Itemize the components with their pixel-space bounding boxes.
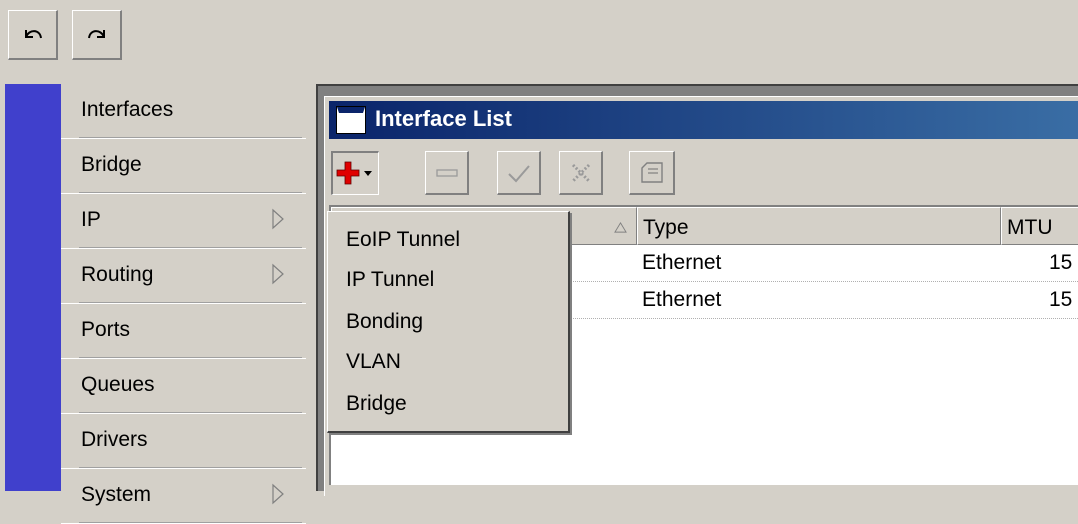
sidebar-item-drivers[interactable]: Drivers	[61, 414, 306, 469]
submenu-arrow-icon	[272, 483, 284, 505]
sidebar-item-label: Interfaces	[81, 98, 174, 121]
panel-splitter[interactable]	[306, 84, 316, 491]
sidebar-item-label: Ports	[81, 318, 131, 341]
redo-button[interactable]	[72, 10, 122, 60]
add-dropdown-menu: EoIP Tunnel IP Tunnel Bonding VLAN Bridg…	[327, 211, 570, 433]
sidebar-item-label: Bridge	[81, 153, 142, 176]
menu-item-bridge[interactable]: Bridge	[346, 392, 407, 416]
cell-type: Ethernet	[642, 251, 722, 274]
sidebar: Interfaces Bridge IP Routing Ports Queue…	[61, 84, 306, 524]
sidebar-item-queues[interactable]: Queues	[61, 359, 306, 414]
cell-mtu: 15	[1049, 251, 1073, 274]
menu-item-eoip-tunnel[interactable]: EoIP Tunnel	[346, 228, 460, 252]
nav-stripe	[5, 84, 61, 491]
sidebar-item-label: Routing	[81, 263, 154, 286]
remove-button[interactable]	[425, 151, 469, 195]
sidebar-item-interfaces[interactable]: Interfaces	[61, 84, 306, 139]
menu-item-bonding[interactable]: Bonding	[346, 310, 423, 334]
top-toolbar	[0, 0, 1078, 84]
column-header-mtu[interactable]: MTU	[1001, 207, 1078, 245]
comment-icon	[640, 161, 663, 183]
check-icon	[507, 164, 530, 182]
undo-icon	[24, 29, 42, 38]
undo-button[interactable]	[8, 10, 58, 60]
sidebar-item-system[interactable]: System	[61, 469, 306, 524]
window-icon	[336, 106, 366, 134]
cell-type: Ethernet	[642, 288, 722, 311]
minus-icon	[435, 168, 458, 177]
window-title: Interface List	[375, 106, 512, 131]
window-title-bar[interactable]: Interface List	[329, 101, 1078, 139]
sidebar-item-bridge[interactable]: Bridge	[61, 139, 306, 194]
sidebar-item-routing[interactable]: Routing	[61, 249, 306, 304]
add-button[interactable]	[331, 151, 379, 195]
menu-item-vlan[interactable]: VLAN	[346, 350, 401, 374]
add-icon	[336, 161, 372, 184]
submenu-arrow-icon	[272, 208, 284, 230]
sort-ascending-icon	[614, 221, 627, 233]
sidebar-item-ip[interactable]: IP	[61, 194, 306, 249]
window-toolbar	[329, 143, 1078, 205]
comment-button[interactable]	[629, 151, 675, 195]
menu-item-ip-tunnel[interactable]: IP Tunnel	[346, 268, 434, 292]
disable-button[interactable]	[559, 151, 603, 195]
column-header-type[interactable]: Type	[637, 207, 1001, 245]
sidebar-item-label: System	[81, 483, 152, 506]
sidebar-item-ports[interactable]: Ports	[61, 304, 306, 359]
sidebar-item-label: Queues	[81, 373, 155, 396]
redo-icon	[87, 29, 105, 38]
enable-button[interactable]	[497, 151, 541, 195]
sidebar-item-label: IP	[81, 208, 101, 231]
cell-mtu: 15	[1049, 288, 1073, 311]
x-icon	[571, 163, 590, 182]
submenu-arrow-icon	[272, 263, 284, 285]
sidebar-item-label: Drivers	[81, 428, 148, 451]
